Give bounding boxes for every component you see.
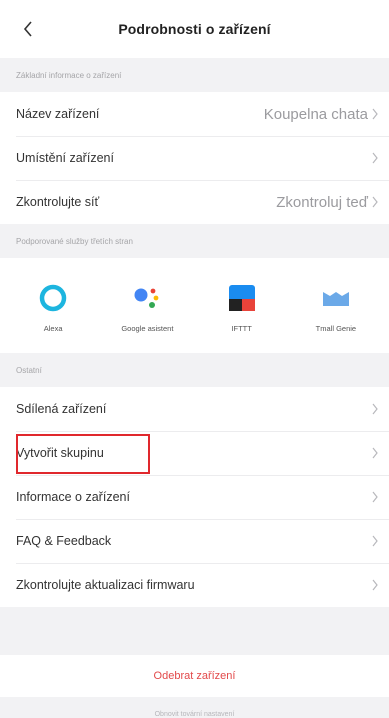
row-check-network[interactable]: Zkontrolujte síť Zkontroluj teď <box>0 180 389 224</box>
service-tmall-genie[interactable]: Tmall Genie <box>289 258 383 353</box>
section-label-others: Ostatní <box>16 365 42 375</box>
row-device-info[interactable]: Informace o zařízení <box>0 475 389 519</box>
alexa-icon <box>35 280 71 316</box>
chevron-right-icon <box>372 579 378 591</box>
row-value: Koupelna chata <box>263 105 368 123</box>
service-label: Google asistent <box>121 324 174 333</box>
chevron-right-icon <box>372 403 378 415</box>
service-ifttt[interactable]: IFTTT <box>195 258 289 353</box>
row-label: Název zařízení <box>16 107 100 121</box>
row-create-group[interactable]: Vytvořit skupinu <box>0 431 389 475</box>
row-label: Sdílená zařízení <box>16 402 107 416</box>
row-label: Vytvořit skupinu <box>16 446 104 460</box>
chevron-right-icon <box>372 152 378 164</box>
chevron-left-icon <box>23 21 32 37</box>
page-title: Podrobnosti o zařízení <box>118 21 271 37</box>
tmall-genie-icon <box>318 280 354 316</box>
service-google-assistant[interactable]: Google asistent <box>100 258 194 353</box>
section-label-services: Podporované služby třetích stran <box>16 236 133 246</box>
row-faq-feedback[interactable]: FAQ & Feedback <box>0 519 389 563</box>
chevron-right-icon <box>372 108 378 120</box>
row-shared-devices[interactable]: Sdílená zařízení <box>0 387 389 431</box>
service-label: Alexa <box>43 324 63 333</box>
service-label: IFTTT <box>231 324 252 333</box>
remove-device-button[interactable]: Odebrat zařízení <box>0 655 389 697</box>
reset-link[interactable]: Obnovit tovární nastavení <box>0 697 389 718</box>
third-party-services: Alexa Google asistent IFTTT Tmall Genie <box>0 258 389 353</box>
row-device-location[interactable]: Umístění zařízení <box>0 136 389 180</box>
row-label: FAQ & Feedback <box>16 534 112 548</box>
chevron-right-icon <box>372 196 378 208</box>
header: Podrobnosti o zařízení <box>0 0 389 58</box>
row-label: Informace o zařízení <box>16 490 130 504</box>
chevron-right-icon <box>372 447 378 459</box>
service-label: Tmall Genie <box>315 324 357 333</box>
chevron-right-icon <box>372 491 378 503</box>
row-label: Zkontrolujte síť <box>16 195 100 209</box>
back-button[interactable] <box>16 17 40 41</box>
google-assistant-icon <box>129 280 165 316</box>
row-device-name[interactable]: Název zařízení Koupelna chata <box>0 92 389 136</box>
section-label-basic: Základní informace o zařízení <box>16 70 122 80</box>
row-label: Zkontrolujte aktualizaci firmwaru <box>16 578 195 592</box>
service-alexa[interactable]: Alexa <box>6 258 100 353</box>
ifttt-icon <box>224 280 260 316</box>
row-value: Zkontroluj teď <box>276 193 368 211</box>
row-firmware-update[interactable]: Zkontrolujte aktualizaci firmwaru <box>0 563 389 607</box>
row-label: Umístění zařízení <box>16 151 114 165</box>
chevron-right-icon <box>372 535 378 547</box>
